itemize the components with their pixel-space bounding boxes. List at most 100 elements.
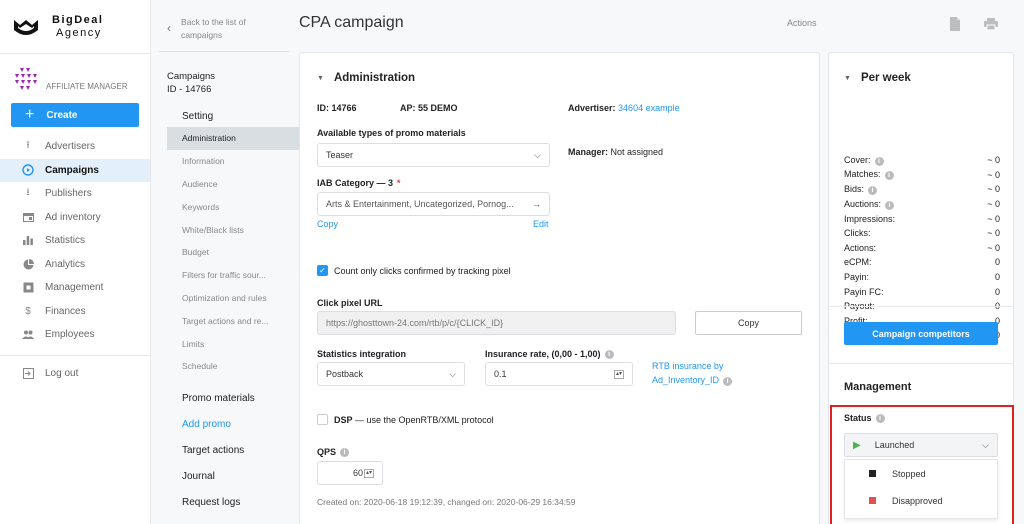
iab-edit-link[interactable]: Edit — [533, 219, 549, 229]
qps-input[interactable]: 60 ▴▾ — [317, 461, 383, 485]
document-icon[interactable] — [948, 17, 962, 31]
subnav-item-schedule[interactable]: Schedule — [167, 355, 299, 378]
per-week-title: Per week — [860, 72, 911, 84]
subnav-item-keywords[interactable]: Keywords — [167, 195, 299, 218]
insurance-rate-input[interactable]: 0.1 ▴▾ — [485, 362, 633, 386]
advertiser-link[interactable]: 34604 example — [618, 103, 680, 113]
status-option-disapproved[interactable]: Disapproved — [845, 487, 997, 514]
brand-name: BigDeal Agency — [52, 14, 103, 40]
stat-label-text: Cover: — [844, 154, 871, 165]
status-select[interactable]: ▶ Launched ⌵ — [844, 433, 998, 457]
nav-item-logout[interactable]: Log out — [0, 362, 150, 386]
campaign-competitors-button[interactable]: Campaign competitors — [844, 322, 998, 345]
stat-value: ~ 0 — [987, 184, 1000, 195]
subnav-request-logs[interactable]: Request logs — [167, 490, 299, 516]
nav-item-finances[interactable]: $ Finances — [0, 300, 150, 324]
administration-section-toggle[interactable]: ▼ Administration — [317, 72, 415, 84]
subnav-target-actions[interactable]: Target actions — [167, 438, 299, 464]
nav-item-advertisers[interactable]: ⭱ Advertisers — [0, 135, 150, 159]
stat-value: ~ 0 — [987, 155, 1000, 166]
nav-item-ad-inventory[interactable]: Ad inventory — [0, 206, 150, 230]
nav-item-publishers[interactable]: ⭳ Publishers — [0, 182, 150, 206]
actions-label[interactable]: Actions — [787, 18, 817, 28]
nav-item-statistics[interactable]: Statistics — [0, 229, 150, 253]
insurance-rate-value: 0.1 — [494, 369, 507, 379]
iab-copy-link[interactable]: Copy — [317, 219, 338, 229]
nav-label: Statistics — [45, 235, 86, 247]
subnav-item-target-actions-rules[interactable]: Target actions and re... — [167, 309, 299, 332]
rtb-insurance-link[interactable]: RTB insurance by Ad_Inventory_ID i — [652, 359, 733, 387]
subnav-item-information[interactable]: Information — [167, 150, 299, 173]
stat-row: Cover: i ~ 0 — [844, 153, 1000, 168]
info-icon[interactable]: i — [723, 377, 733, 386]
subnav-item-budget[interactable]: Budget — [167, 241, 299, 264]
create-button[interactable]: + Create — [11, 103, 139, 127]
subnav-divider — [159, 51, 289, 52]
stat-label-text: Payin: — [844, 272, 870, 283]
stat-label: Impressions: — [844, 214, 895, 224]
page-title: CPA campaign — [299, 14, 404, 31]
option-label: Disapproved — [892, 495, 943, 506]
stepper-icon[interactable]: ▴▾ — [614, 369, 624, 379]
chevron-left-icon: ‹ — [167, 21, 171, 35]
print-icon[interactable] — [984, 17, 998, 31]
click-pixel-url: https://ghosttown-24.com/rtb/p/c/{CLICK_… — [326, 318, 504, 328]
count-clicks-checkbox[interactable]: ✓ — [317, 265, 328, 276]
qps-label: QPS i — [317, 447, 350, 457]
caret-down-icon: ▼ — [844, 74, 851, 82]
add-promo-link[interactable]: Add promo — [167, 412, 299, 438]
back-line1: Back to the list of — [181, 17, 246, 27]
subnav-promo-materials[interactable]: Promo materials — [167, 386, 299, 412]
nav-item-management[interactable]: Management — [0, 276, 150, 300]
subnav-item-optimization[interactable]: Optimization and rules — [167, 287, 299, 310]
stat-row: Impressions: ~ 0 — [844, 211, 1000, 226]
promo-types-select[interactable]: Teaser ⌵ — [317, 143, 550, 167]
arrow-right-icon[interactable]: → — [532, 199, 541, 209]
setting-heading[interactable]: Setting — [167, 105, 299, 127]
subnav-item-administration[interactable]: Administration — [167, 127, 299, 150]
info-icon[interactable]: i — [875, 413, 885, 423]
info-icon[interactable]: i — [868, 185, 878, 195]
info-icon[interactable]: i — [340, 447, 350, 457]
option-label: Stopped — [892, 468, 926, 479]
info-icon[interactable]: i — [604, 349, 614, 359]
insurance-rate-label: Insurance rate, (0,00 - 1,00) i — [485, 349, 614, 359]
iab-label-text: IAB Category — 3 — [317, 178, 394, 188]
count-clicks-label: Count only clicks confirmed by tracking … — [334, 266, 511, 276]
chevron-down-icon: ⌵ — [982, 439, 989, 450]
nav-item-analytics[interactable]: Analytics — [0, 253, 150, 277]
back-to-campaigns-link[interactable]: ‹ Back to the list of campaigns — [167, 16, 246, 42]
per-week-toggle[interactable]: ▼ Per week — [844, 72, 911, 84]
nav-item-employees[interactable]: Employees — [0, 323, 150, 347]
brand-line2: Agency — [56, 26, 102, 39]
stat-label: Auctions: i — [844, 199, 895, 210]
administration-card: ▼ Administration ID: 14766 AP: 55 DEMO A… — [299, 52, 820, 524]
subnav-journal[interactable]: Journal — [167, 464, 299, 490]
stat-row: Payin FC: 0 — [844, 284, 1000, 299]
status-option-stopped[interactable]: Stopped — [845, 460, 997, 487]
subnav-item-white-black-lists[interactable]: White/Black lists — [167, 218, 299, 241]
advertiser-row: Advertiser: 34604 example — [568, 103, 680, 113]
back-line2: campaigns — [181, 30, 223, 40]
section-title: Administration — [333, 72, 416, 84]
click-pixel-url-field[interactable]: https://ghosttown-24.com/rtb/p/c/{CLICK_… — [317, 311, 676, 335]
subnav-item-limits[interactable]: Limits — [167, 332, 299, 355]
stepper-icon[interactable]: ▴▾ — [364, 468, 374, 478]
role-label: AFFILIATE MANAGER — [46, 82, 128, 91]
brand[interactable]: BigDeal Agency — [0, 0, 150, 54]
copy-pixel-button[interactable]: Copy — [695, 311, 802, 335]
role-block: AFFILIATE MANAGER — [0, 54, 150, 94]
info-icon[interactable]: i — [885, 200, 895, 210]
subnav-item-audience[interactable]: Audience — [167, 173, 299, 196]
subnav-item-traffic-filters[interactable]: Filters for traffic sour... — [167, 264, 299, 287]
stats-integration-select[interactable]: Postback ⌵ — [317, 362, 465, 386]
iab-category-field[interactable]: Arts & Entertainment, Uncategorized, Por… — [317, 192, 550, 216]
stat-row: Auctions: i ~ 0 — [844, 197, 1000, 212]
nav-divider — [0, 354, 150, 356]
download-icon: ⭳ — [26, 187, 30, 199]
info-icon[interactable]: i — [884, 171, 894, 181]
nav-item-campaigns[interactable]: Campaigns — [0, 158, 150, 182]
dsp-checkbox[interactable] — [317, 414, 328, 425]
advertiser-label: Advertiser: — [568, 103, 616, 113]
info-icon[interactable]: i — [874, 156, 884, 166]
